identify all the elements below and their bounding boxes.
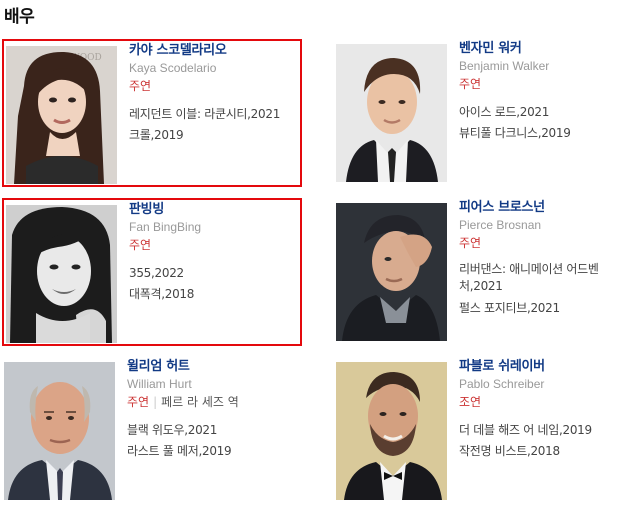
filmography-item[interactable]: 더 데블 해즈 어 네임,2019 [459,420,628,441]
filmography-item[interactable]: 아이스 로드,2021 [459,102,628,123]
character-name: 페르 라 세즈 역 [161,395,239,409]
actor-name[interactable]: 벤자민 워커 [459,40,628,57]
role-label: 주연 [129,79,152,93]
actor-photo[interactable] [336,362,447,500]
actor-card[interactable]: 윌리엄 허트 William Hurt 주연 | 페르 라 세즈 역 블랙 위도우,… [2,357,302,505]
actor-card[interactable]: 벤자민 워커 Benjamin Walker 주연 아이스 로드,2021 뷰티… [334,39,628,187]
filmography-item[interactable]: 라스트 풀 메저,2019 [127,441,309,462]
filmography-item[interactable]: 레지던트 이블: 라쿤시티,2021 [129,104,311,125]
role-label: 주연 [459,77,482,91]
actor-name[interactable]: 카야 스코델라리오 [129,42,311,59]
actor-english-name: Fan BingBing [129,220,202,234]
filmography-item[interactable]: 뷰티풀 다크니스,2019 [459,123,628,144]
actor-photo[interactable] [6,205,117,343]
actor-english-name: Pablo Schreiber [459,377,545,391]
actor-card[interactable]: 판빙빙 Fan BingBing 주연 355,2022 대폭격,2018 [2,198,302,346]
filmography-item[interactable]: 크롤,2019 [129,125,311,146]
section-title: 배우 [4,7,35,27]
actor-name[interactable]: 파블로 쉬레이버 [459,358,628,375]
actor-photo[interactable] [4,362,115,500]
role-separator: | [153,395,158,409]
role-label: 주연 [459,236,482,250]
actor-photo[interactable] [336,203,447,341]
actor-name[interactable]: 판빙빙 [129,201,311,218]
actor-english-name: Pierce Brosnan [459,218,542,232]
actor-english-name: William Hurt [127,377,192,391]
filmography-item[interactable]: 블랙 위도우,2021 [127,420,309,441]
actor-name[interactable]: 피어스 브로스넌 [459,199,628,216]
actor-card[interactable]: 피어스 브로스넌 Pierce Brosnan 주연 리버댄스: 애니메이션 어… [334,198,628,346]
role-label: 주연 [127,395,150,409]
role-label: 조연 [459,395,482,409]
filmography-item[interactable]: 355,2022 [129,263,311,284]
actor-card[interactable]: 파블로 쉬레이버 Pablo Schreiber 조연 더 데블 해즈 어 네임… [334,357,628,505]
actor-name[interactable]: 윌리엄 허트 [127,358,309,375]
filmography-item[interactable]: 대폭격,2018 [129,284,311,305]
filmography-item[interactable]: 작전명 비스트,2018 [459,441,628,462]
filmography-item[interactable]: 펄스 포지티브,2021 [459,298,628,319]
actor-photo[interactable]: LEWOOD [6,46,117,184]
actor-english-name: Kaya Scodelario [129,61,217,75]
actor-card[interactable]: LEWOOD 카야 스코델라리오 Kaya Scodelario 주연 레지던트… [2,39,302,187]
actor-photo[interactable] [336,44,447,182]
actor-english-name: Benjamin Walker [459,59,550,73]
role-label: 주연 [129,238,152,252]
filmography-item[interactable]: 리버댄스: 애니메이션 어드벤처,2021 [459,261,628,295]
